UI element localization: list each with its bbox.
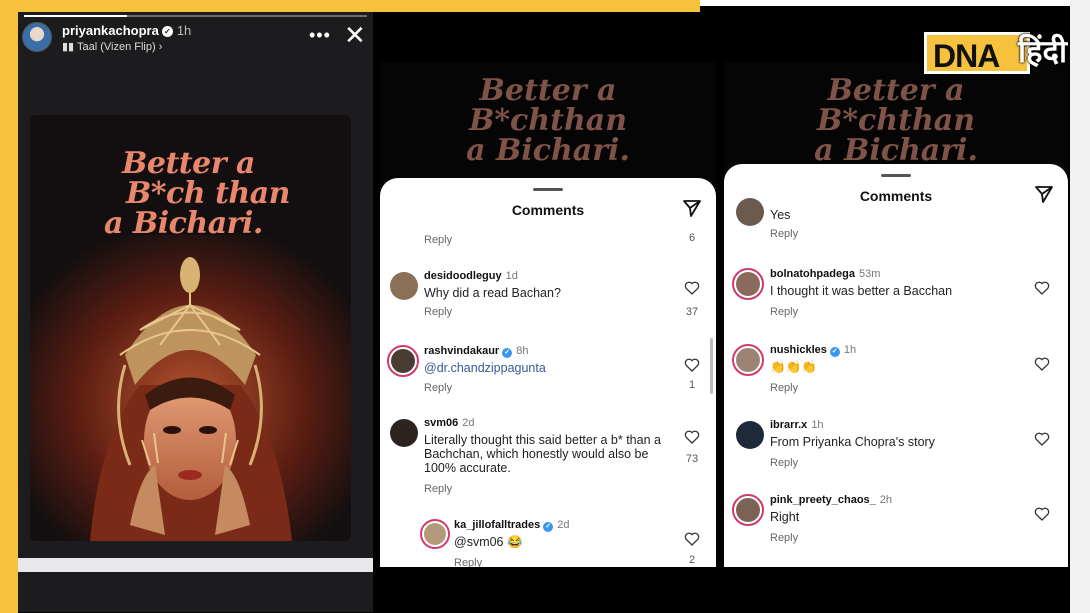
like-count: 2 <box>688 554 696 566</box>
avatar[interactable] <box>732 344 764 376</box>
reply-link[interactable]: Reply <box>770 228 798 240</box>
poster-portrait-illustration <box>30 235 351 541</box>
logo-box: DNA <box>924 32 1030 74</box>
music-bars-icon: ▮▮ <box>62 41 77 53</box>
like-count: 37 <box>685 306 699 318</box>
like-count: 73 <box>685 453 699 465</box>
comments-title: Comments <box>511 202 585 218</box>
story-reply-bar[interactable] <box>18 558 373 572</box>
reply-link[interactable]: Reply <box>770 532 798 544</box>
avatar[interactable] <box>390 272 418 300</box>
comment-text: Right <box>770 510 800 524</box>
send-icon[interactable] <box>682 198 702 218</box>
reply-link[interactable]: Reply <box>454 557 482 567</box>
comment-text: Why did a read Bachan? <box>424 286 561 300</box>
comments-screenshot-1: Better a B*chthan a Bichari. Comments Re… <box>380 62 716 567</box>
comments-screenshot-2: Better a B*chthan a Bichari. Comments Ye… <box>724 62 1068 567</box>
scrollbar[interactable] <box>710 338 713 394</box>
reply-link[interactable]: Reply <box>424 483 452 495</box>
heart-icon[interactable] <box>684 280 700 296</box>
comment-text[interactable]: @dr.chandzippagunta <box>424 361 546 375</box>
comment-text: I thought it was better a Bacchan <box>770 284 953 298</box>
comment-username[interactable]: rashvindakaur ✓ 8h <box>424 345 528 358</box>
send-icon[interactable] <box>1034 184 1054 204</box>
dna-hindi-logo: DNA हिंदी <box>924 20 1084 82</box>
story-time: 1h <box>176 23 192 38</box>
reply-link[interactable]: Reply <box>424 234 452 246</box>
close-icon[interactable]: ✕ <box>344 22 366 48</box>
sheet-grab-handle[interactable] <box>533 188 563 191</box>
avatar[interactable] <box>387 345 419 377</box>
story-poster-image: Better a B*ch than a Bichari. <box>30 115 351 541</box>
reply-link[interactable]: Reply <box>770 306 798 318</box>
background-poster-title: Better a B*chthan a Bichari. <box>466 73 630 168</box>
verified-icon: ✓ <box>502 348 513 358</box>
logo-hindi-text: हिंदी <box>1018 34 1067 70</box>
reply-link[interactable]: Reply <box>424 306 452 318</box>
logo-dna-text: DNA <box>933 38 1000 74</box>
reply-link[interactable]: Reply <box>424 382 452 394</box>
avatar[interactable] <box>736 421 764 449</box>
more-options-icon[interactable]: ••• <box>309 26 331 44</box>
instagram-story: priyankachopra ✓ 1h ▮▮ Taal (Vizen Flip) ›… <box>18 12 373 612</box>
story-progress-bar <box>24 15 367 17</box>
reply-link[interactable]: Reply <box>770 382 798 394</box>
sheet-grab-handle[interactable] <box>881 174 911 177</box>
poster-title: Better a B*ch than a Bichari. <box>104 146 291 241</box>
comment-username[interactable]: desidoodleguy 1d <box>424 270 518 282</box>
comment-text: 👏👏👏 <box>770 360 817 374</box>
comment-text: @svm06 😂 <box>454 535 523 549</box>
background-poster-title: Better a B*chthan a Bichari. <box>814 73 978 168</box>
comment-username[interactable]: svm06 2d <box>424 417 475 429</box>
chevron-right-icon: › <box>155 41 163 53</box>
like-count: 6 <box>688 232 696 244</box>
avatar[interactable] <box>732 268 764 300</box>
avatar[interactable] <box>390 419 418 447</box>
heart-icon[interactable] <box>684 429 700 445</box>
heart-icon[interactable] <box>684 531 700 547</box>
avatar[interactable] <box>736 198 764 226</box>
story-username[interactable]: priyankachopra ✓ 1h <box>62 23 191 38</box>
story-music-link[interactable]: ▮▮ Taal (Vizen Flip) › <box>62 40 162 53</box>
avatar[interactable] <box>732 494 764 526</box>
verified-icon: ✓ <box>161 26 173 37</box>
reply-link[interactable]: Reply <box>770 457 798 469</box>
comments-title: Comments <box>859 188 933 204</box>
comment-username[interactable]: ibrarr.x 1h <box>770 419 824 431</box>
story-header: priyankachopra ✓ 1h ▮▮ Taal (Vizen Flip) ›… <box>22 22 370 58</box>
heart-icon[interactable] <box>1034 280 1050 296</box>
comments-sheet: Comments Yes Reply bolnatohpadega 53m I t… <box>724 164 1068 567</box>
like-count: 1 <box>688 379 696 391</box>
avatar[interactable] <box>420 519 450 549</box>
comment-text: Yes <box>770 208 791 222</box>
comment-text-line: Literally thought this said better a b* … <box>424 433 661 447</box>
frame-border-left <box>0 0 18 613</box>
comment-username[interactable]: nushickles ✓ 1h <box>770 344 856 357</box>
comment-text: From Priyanka Chopra's story <box>770 435 935 449</box>
comment-username[interactable]: pink_preety_chaos_ 2h <box>770 494 892 506</box>
verified-icon: ✓ <box>829 347 840 357</box>
heart-icon[interactable] <box>1034 356 1050 372</box>
comment-text-line: 100% accurate. <box>424 461 511 475</box>
heart-icon[interactable] <box>1034 431 1050 447</box>
frame-border-right <box>1070 0 1090 613</box>
comment-text-line: Bachchan, which honestly would also be <box>424 447 649 461</box>
comments-sheet: Comments Reply 6 desidoodleguy 1d Why did… <box>380 178 716 567</box>
comment-username[interactable]: bolnatohpadega 53m <box>770 268 880 280</box>
frame-border-top-right <box>700 0 1090 6</box>
heart-icon[interactable] <box>1034 506 1050 522</box>
comment-username[interactable]: ka_jillofalltrades ✓ 2d <box>454 519 569 532</box>
verified-icon: ✓ <box>543 522 554 532</box>
story-avatar[interactable] <box>22 22 52 52</box>
heart-icon[interactable] <box>684 357 700 373</box>
frame-border-top <box>0 0 700 12</box>
